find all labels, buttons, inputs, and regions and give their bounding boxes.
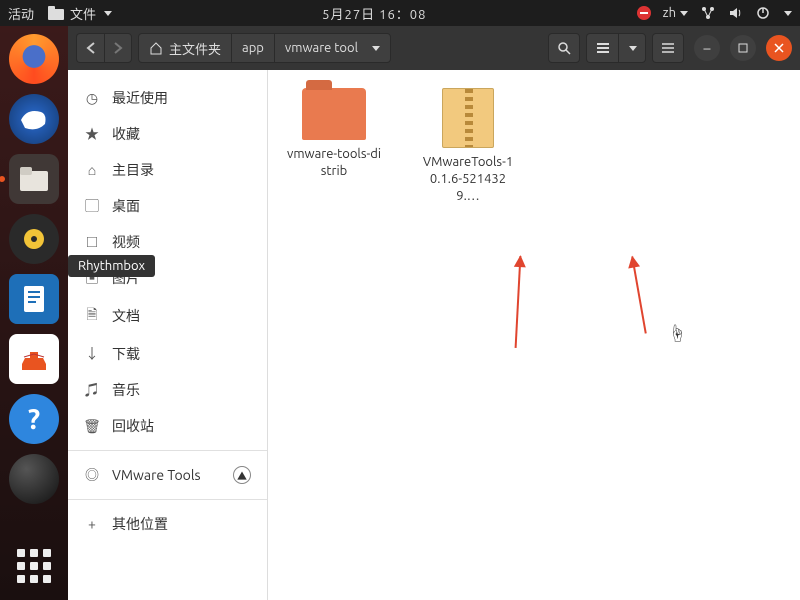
- clock-icon: ◷: [84, 90, 100, 107]
- power-icon[interactable]: [756, 6, 770, 20]
- error-indicator-icon[interactable]: [637, 6, 651, 20]
- dock-help[interactable]: ?: [9, 394, 59, 444]
- documents-icon: 🗎: [84, 304, 100, 328]
- sidebar-item-trash[interactable]: 🗑回收站: [68, 408, 267, 444]
- chevron-down-icon: [629, 46, 637, 51]
- chevron-down-icon: [372, 46, 380, 51]
- dock-unknown[interactable]: [9, 454, 59, 504]
- dock-writer[interactable]: [9, 274, 59, 324]
- sidebar-item-vmware-tools[interactable]: ◎VMware Tools▲: [68, 457, 267, 493]
- archive-icon: [442, 88, 494, 148]
- home-icon: [149, 41, 163, 55]
- music-icon: ♫: [84, 380, 100, 400]
- cursor-icon: ☝: [668, 320, 686, 346]
- sidebar-item-downloads[interactable]: ↓下载: [68, 336, 267, 372]
- chevron-left-icon: [86, 42, 96, 54]
- disc-icon: ◎: [84, 465, 100, 485]
- volume-icon[interactable]: [728, 6, 744, 20]
- ime-indicator[interactable]: zh: [663, 6, 688, 20]
- dock: ?: [0, 26, 68, 600]
- home-icon: ⌂: [84, 162, 100, 178]
- view-list-button[interactable]: [586, 33, 618, 63]
- plus-icon: +: [84, 516, 100, 532]
- downloads-icon: ↓: [84, 344, 100, 364]
- dock-firefox[interactable]: [9, 34, 59, 84]
- folder-icon: [48, 6, 64, 20]
- maximize-button[interactable]: [730, 35, 756, 61]
- sidebar-item-documents[interactable]: 🗎文档: [68, 296, 267, 336]
- close-button[interactable]: [766, 35, 792, 61]
- file-archive-vmwaretools[interactable]: VMwareTools-10.1.6-5214329.…: [420, 88, 516, 205]
- menu-icon: [661, 42, 675, 54]
- desktop-icon: ▢: [84, 196, 100, 216]
- star-icon: ★: [84, 124, 100, 144]
- folder-icon: [302, 88, 366, 140]
- sidebar-item-starred[interactable]: ★收藏: [68, 116, 267, 152]
- chevron-down-icon: [784, 11, 792, 16]
- annotation-arrow: [631, 256, 647, 333]
- path-seg-vmware[interactable]: vmware tool: [275, 34, 390, 62]
- chevron-down-icon: [680, 11, 688, 16]
- sidebar-item-other[interactable]: +其他位置: [68, 506, 267, 542]
- view-options-button[interactable]: [618, 33, 646, 63]
- annotation-arrow: [515, 256, 522, 348]
- chevron-right-icon: [113, 42, 123, 54]
- pathbar: 主文件夹 app vmware tool: [138, 33, 391, 63]
- sidebar-item-desktop[interactable]: ▢桌面: [68, 188, 267, 224]
- minimize-button[interactable]: –: [694, 35, 720, 61]
- files-window: 主文件夹 app vmware tool – ◷最近使用 ★收藏 ⌂主目录 ▢桌…: [68, 26, 800, 600]
- top-panel: 活动 文件 5月27日 16：08 zh: [0, 0, 800, 26]
- back-button[interactable]: [76, 33, 104, 63]
- dock-thunderbird[interactable]: [9, 94, 59, 144]
- activities-button[interactable]: 活动: [8, 4, 34, 23]
- path-seg-app[interactable]: app: [232, 34, 275, 62]
- sidebar-item-music[interactable]: ♫音乐: [68, 372, 267, 408]
- forward-button[interactable]: [104, 33, 132, 63]
- dock-tooltip: Rhythmbox: [68, 255, 155, 277]
- eject-button[interactable]: ▲: [233, 466, 251, 484]
- path-home[interactable]: 主文件夹: [139, 34, 232, 62]
- search-icon: [557, 41, 571, 55]
- close-icon: [774, 43, 784, 53]
- file-folder-vmware-tools-distrib[interactable]: vmware-tools-distrib: [286, 88, 382, 180]
- dock-files[interactable]: [9, 154, 59, 204]
- video-icon: 🞎: [84, 234, 100, 251]
- sidebar-item-home[interactable]: ⌂主目录: [68, 152, 267, 188]
- dock-software[interactable]: [9, 334, 59, 384]
- maximize-icon: [738, 43, 748, 53]
- sidebar-item-recent[interactable]: ◷最近使用: [68, 80, 267, 116]
- titlebar: 主文件夹 app vmware tool –: [68, 26, 800, 70]
- app-menu[interactable]: 文件: [48, 4, 112, 23]
- search-button[interactable]: [548, 33, 580, 63]
- file-grid[interactable]: vmware-tools-distrib VMwareTools-10.1.6-…: [268, 70, 800, 600]
- trash-icon: 🗑: [84, 418, 100, 435]
- clock[interactable]: 5月27日 16：08: [112, 4, 637, 23]
- show-applications[interactable]: [12, 544, 56, 588]
- sidebar: ◷最近使用 ★收藏 ⌂主目录 ▢桌面 🞎视频 ▣图片 🗎文档 ↓下载 ♫音乐 🗑…: [68, 70, 268, 600]
- hamburger-menu[interactable]: [652, 33, 684, 63]
- network-icon[interactable]: [700, 6, 716, 20]
- dock-rhythmbox[interactable]: [9, 214, 59, 264]
- list-icon: [596, 42, 610, 54]
- chevron-down-icon: [104, 11, 112, 16]
